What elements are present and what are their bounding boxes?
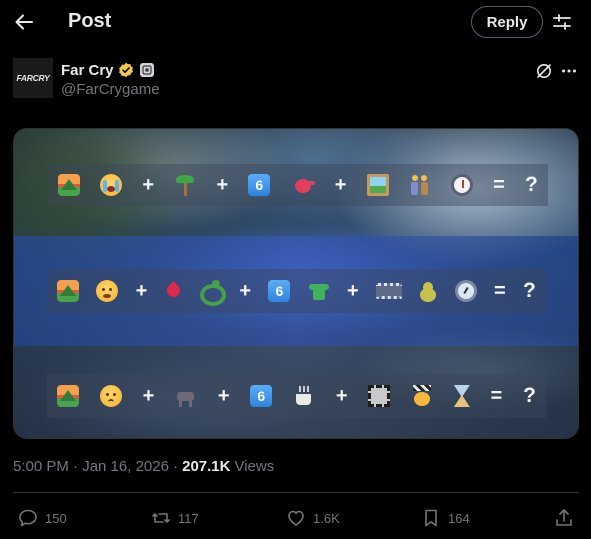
plus-sign: + bbox=[239, 279, 252, 302]
reply-action-button[interactable]: 150 bbox=[17, 505, 67, 531]
repost-action-button[interactable]: 117 bbox=[150, 505, 199, 531]
gauge-icon bbox=[454, 280, 477, 302]
question-mark: ? bbox=[523, 384, 536, 407]
share-action-button[interactable] bbox=[553, 505, 575, 531]
views-label: Views bbox=[234, 458, 275, 475]
repost-icon bbox=[152, 513, 170, 523]
mountain-sunrise-icon bbox=[57, 385, 79, 407]
frowning-face-icon bbox=[99, 385, 122, 407]
mountain-sunrise-icon bbox=[57, 280, 79, 302]
filter-settings-button[interactable] bbox=[549, 9, 575, 35]
post-image[interactable]: + + 6 + = ? + + 6 + = ? + + 6 + = ? bbox=[13, 128, 579, 439]
plus-sign: + bbox=[334, 173, 347, 196]
keycap-6-icon: 6 bbox=[248, 174, 271, 196]
t-shirt-icon bbox=[308, 281, 330, 301]
film-frames-icon bbox=[376, 283, 403, 299]
arrow-left-icon bbox=[15, 14, 33, 30]
question-mark: ? bbox=[523, 279, 536, 302]
avatar[interactable]: FARCRY bbox=[13, 58, 53, 98]
reply-count: 150 bbox=[45, 510, 67, 526]
equals-sign: = bbox=[490, 384, 503, 407]
snake-icon bbox=[198, 280, 226, 306]
plus-sign: + bbox=[216, 173, 229, 196]
author-name[interactable]: Far Cry bbox=[61, 62, 114, 79]
grok-button[interactable] bbox=[533, 60, 555, 82]
people-icon bbox=[409, 174, 431, 196]
hot-beverage-icon bbox=[293, 385, 315, 407]
post-timestamp[interactable]: 5:00 PM · Jan 16, 2026 · bbox=[13, 458, 178, 475]
sliders-icon bbox=[553, 14, 571, 30]
bookmark-count: 164 bbox=[448, 510, 470, 526]
pear-icon bbox=[419, 280, 437, 302]
avatar-logo-text: FARCRY bbox=[16, 73, 50, 83]
plus-sign: + bbox=[347, 279, 359, 302]
teapot-icon bbox=[291, 175, 315, 195]
donkey-icon bbox=[175, 385, 197, 407]
hourglass-icon bbox=[454, 385, 470, 407]
plus-sign: + bbox=[135, 279, 148, 302]
page-title: Post bbox=[68, 10, 112, 32]
author-name-row: Far Cry bbox=[61, 60, 154, 80]
mountain-sunrise-icon bbox=[58, 174, 80, 196]
divider bbox=[13, 492, 579, 493]
drop-of-blood-icon bbox=[165, 280, 181, 302]
more-options-button[interactable] bbox=[558, 60, 580, 82]
palm-tree-icon bbox=[174, 174, 196, 196]
views-count: 207.1K bbox=[182, 458, 231, 475]
question-mark: ? bbox=[525, 173, 538, 196]
emoji-puzzle-row-1: + + 6 + = ? bbox=[48, 164, 548, 206]
more-horizontal-icon bbox=[562, 69, 576, 73]
author-handle[interactable]: @FarCrygame bbox=[61, 81, 160, 98]
crying-face-icon bbox=[100, 174, 123, 196]
framed-picture-icon bbox=[366, 174, 389, 196]
repost-count: 117 bbox=[178, 510, 199, 526]
keycap-6-icon: 6 bbox=[268, 280, 291, 302]
plus-sign: + bbox=[142, 384, 155, 407]
back-button[interactable] bbox=[10, 8, 38, 36]
equals-sign: = bbox=[494, 279, 506, 302]
top-bar: Post Reply bbox=[0, 0, 591, 44]
like-count: 1.6K bbox=[313, 510, 340, 526]
plus-sign: + bbox=[217, 384, 230, 407]
frame-icon bbox=[368, 385, 391, 407]
share-icon bbox=[556, 509, 572, 526]
like-action-button[interactable]: 1.6K bbox=[285, 505, 340, 531]
reply-button[interactable]: Reply bbox=[471, 6, 543, 38]
anguished-face-icon bbox=[96, 280, 119, 302]
keycap-6-icon: 6 bbox=[250, 385, 273, 407]
stopwatch-icon bbox=[450, 174, 473, 196]
plus-sign: + bbox=[142, 173, 155, 196]
verified-badge-icon[interactable] bbox=[118, 62, 134, 78]
emoji-puzzle-row-3: + + 6 + = ? bbox=[47, 374, 546, 418]
affiliate-badge-icon[interactable] bbox=[139, 63, 154, 77]
heart-icon bbox=[288, 510, 304, 526]
bookmark-action-button[interactable]: 164 bbox=[420, 505, 470, 531]
clapper-face-icon bbox=[411, 385, 433, 407]
emoji-puzzle-row-2: + + 6 + = ? bbox=[47, 269, 546, 313]
equals-sign: = bbox=[493, 173, 505, 196]
grok-icon bbox=[537, 64, 551, 78]
post-meta: 5:00 PM · Jan 16, 2026 · 207.1K Views bbox=[13, 458, 274, 475]
comment-icon bbox=[19, 509, 37, 527]
plus-sign: + bbox=[335, 384, 348, 407]
bookmark-icon bbox=[425, 509, 437, 527]
